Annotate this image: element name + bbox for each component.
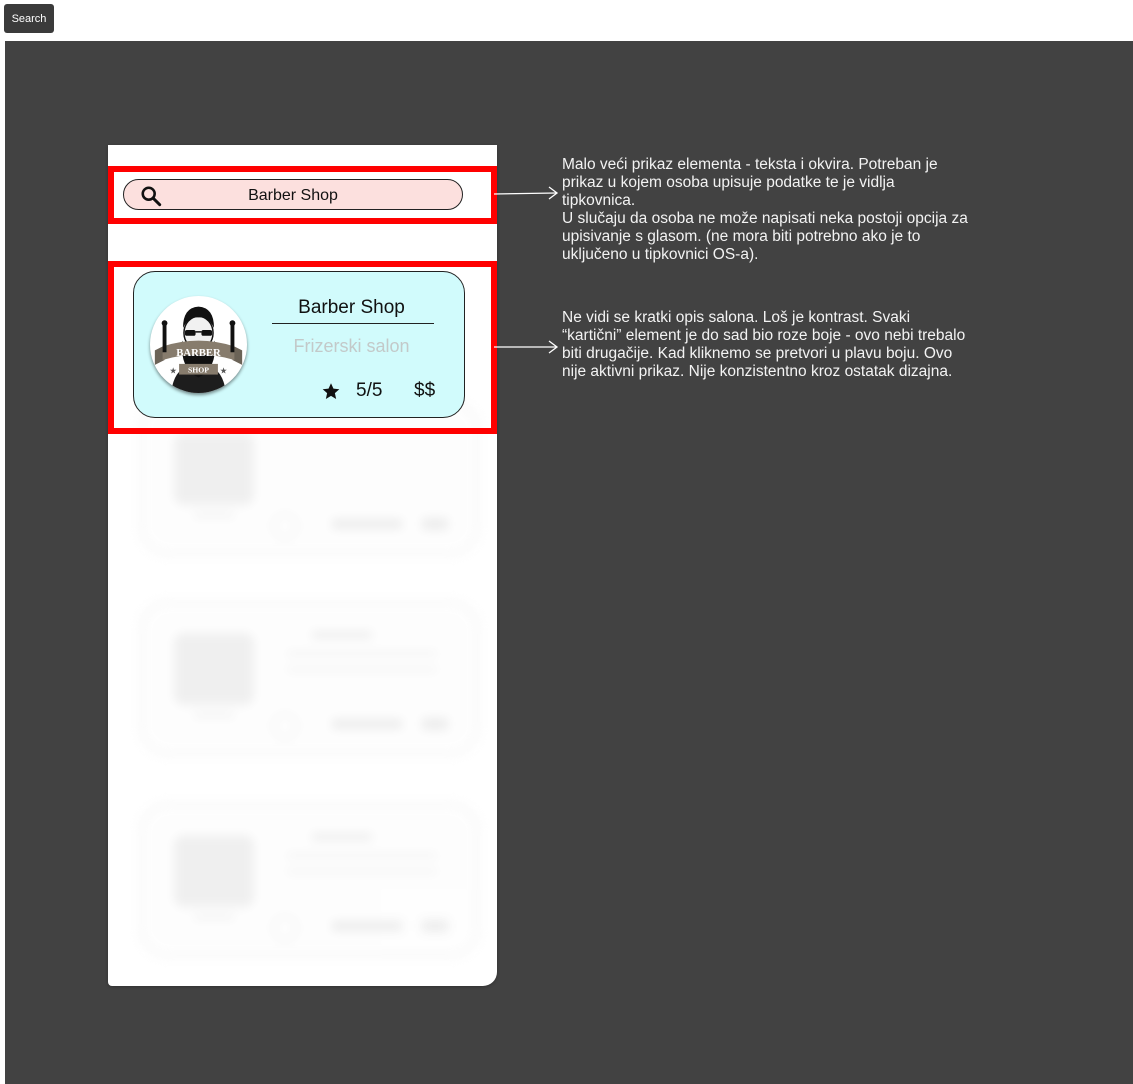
barber-logo: BARBER SHOP ★ ★ — [150, 296, 247, 393]
search-field[interactable]: Barber Shop — [123, 179, 463, 210]
rating-value: 5/5 — [356, 380, 383, 401]
salon-description: Frizerski salon — [293, 336, 410, 356]
blurred-card-list — [108, 401, 497, 981]
svg-text:★: ★ — [169, 366, 177, 376]
blurred-card — [140, 601, 479, 755]
salon-card[interactable]: BARBER SHOP ★ ★ Barber Shop Frizerski sa… — [133, 271, 465, 418]
annotation-card: Ne vidi se kratki opis salona. Loš je ko… — [562, 309, 966, 380]
phone-mockup: Barber Shop BARBER SHOP ★ ★ Barber Shop … — [108, 145, 497, 986]
svg-text:★: ★ — [220, 366, 228, 376]
annotation-search: Malo veći prikaz elementa - teksta i okv… — [562, 156, 968, 263]
price-level: $$ — [414, 380, 436, 401]
svg-text:BARBER: BARBER — [176, 347, 221, 359]
blurred-card — [140, 803, 479, 957]
arrow-icon — [493, 186, 559, 200]
salon-name: Barber Shop — [298, 297, 405, 318]
star-icon — [322, 383, 340, 400]
design-canvas: Barber Shop BARBER SHOP ★ ★ Barber Shop … — [5, 41, 1133, 1084]
search-button[interactable]: Search — [4, 4, 54, 33]
arrow-icon — [494, 340, 559, 354]
search-value: Barber Shop — [248, 187, 338, 204]
svg-text:SHOP: SHOP — [188, 366, 209, 375]
title-divider — [272, 323, 434, 324]
